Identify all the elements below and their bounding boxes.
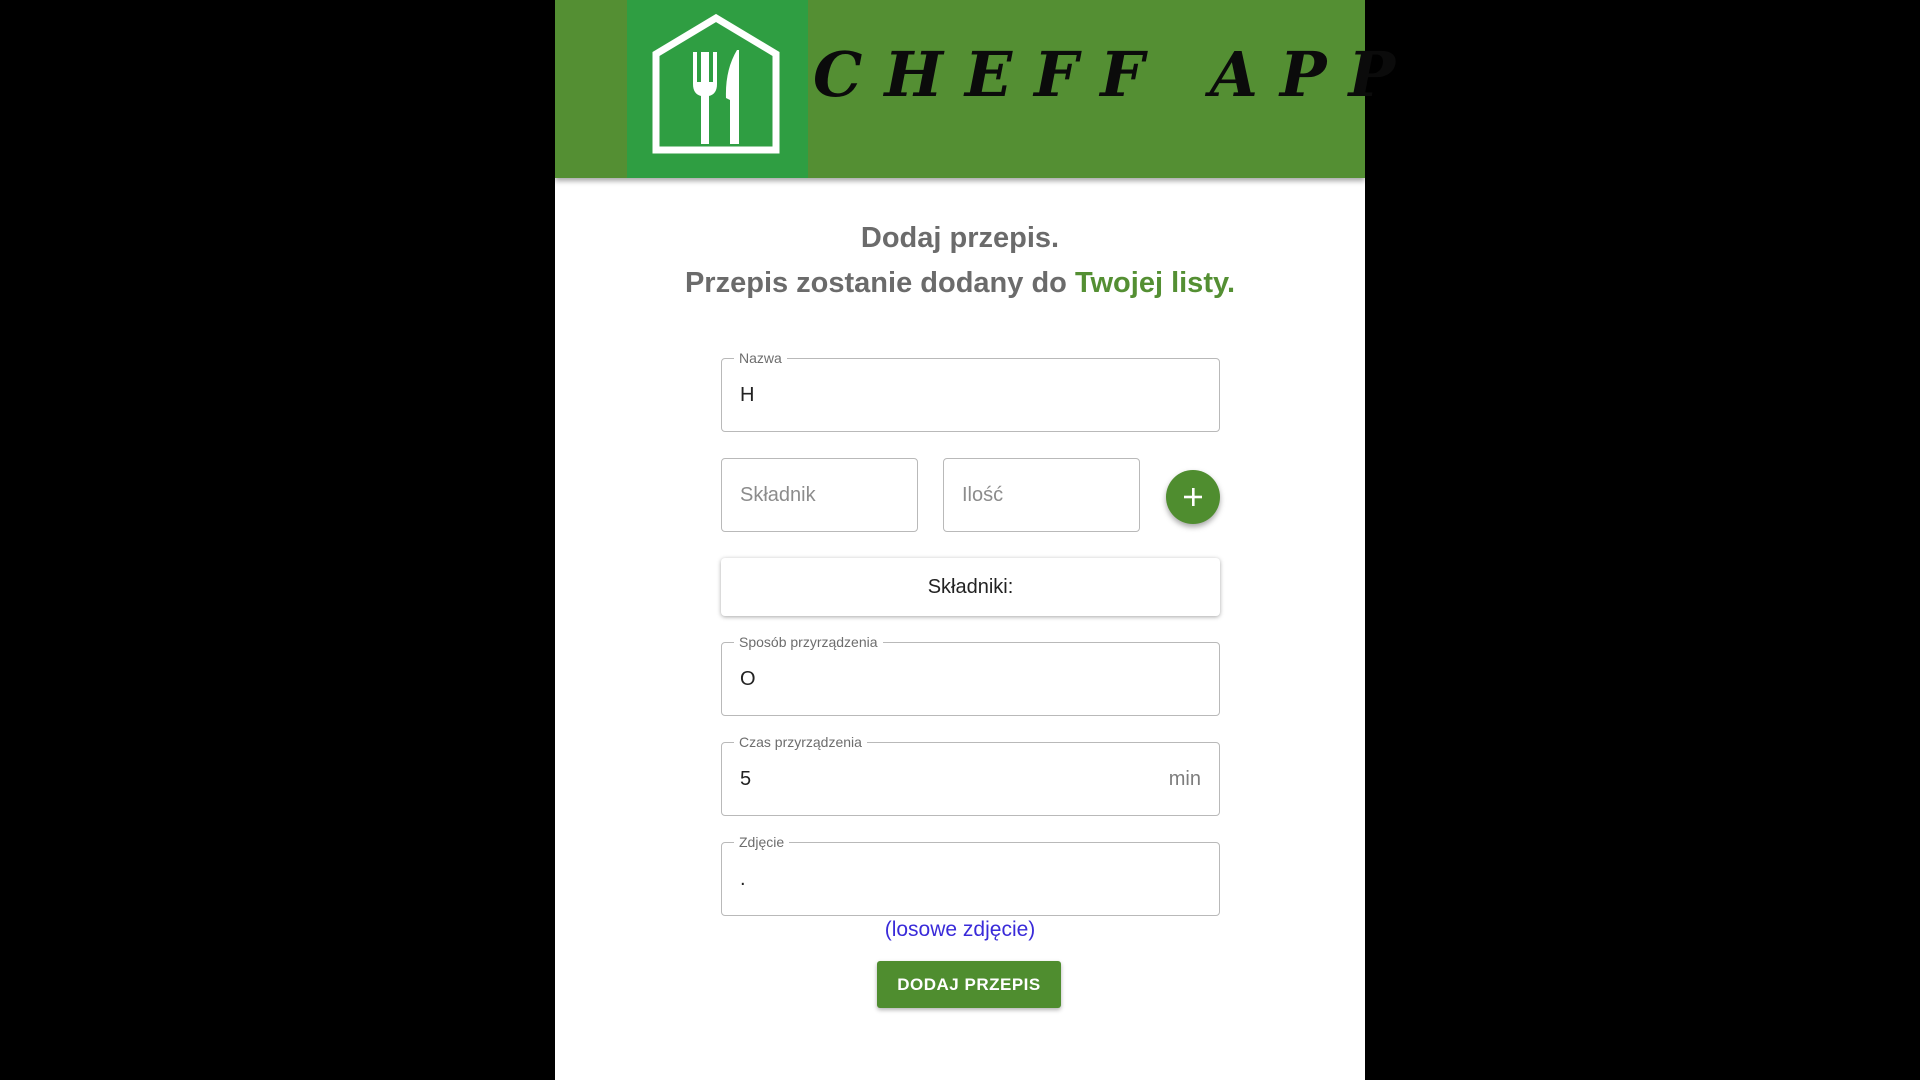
photo-field-value: . <box>740 867 746 890</box>
name-field-value: H <box>740 383 755 406</box>
ingredients-list-panel[interactable]: Składniki: <box>721 558 1220 616</box>
app-window: CHEFF APP Dodaj przepis. Przepis zostani… <box>555 0 1395 1080</box>
title-line-1: Dodaj przepis. <box>860 222 1060 254</box>
quantity-input-placeholder: Ilość <box>962 483 1004 506</box>
preparation-field[interactable]: Sposób przyrządzenia O <box>721 634 1220 716</box>
random-photo-link[interactable]: (losowe zdjęcie) <box>555 918 1365 942</box>
plus-icon <box>1184 488 1202 506</box>
time-unit-suffix: min <box>1168 767 1201 790</box>
ingredients-heading: Składniki: <box>927 575 1014 598</box>
time-field-label: Czas przyrządzenia <box>734 734 867 750</box>
add-ingredient-button[interactable] <box>1166 470 1220 524</box>
page-title: Dodaj przepis. Przepis zostanie dodany d… <box>555 216 1365 306</box>
add-recipe-button[interactable]: DODAJ PRZEPIS <box>877 961 1061 1008</box>
app-brand-title: CHEFF APP <box>813 38 1418 111</box>
title-line-2-prefix: Przepis zostanie dodany do <box>684 267 1075 299</box>
quantity-input[interactable]: Ilość <box>943 458 1140 532</box>
house-fork-knife-icon <box>652 14 780 154</box>
app-header: CHEFF APP <box>555 0 1395 178</box>
ingredient-input-placeholder: Składnik <box>740 483 816 506</box>
logo[interactable] <box>627 0 808 178</box>
time-field-value: 5 <box>740 767 752 790</box>
ingredient-input[interactable]: Składnik <box>721 458 918 532</box>
preparation-field-label: Sposób przyrządzenia <box>734 634 883 650</box>
title-line-2: Przepis zostanie dodany do Twojej listy. <box>555 261 1365 306</box>
time-field[interactable]: Czas przyrządzenia 5 min <box>721 734 1220 816</box>
title-line-2-accent: Twojej listy. <box>1074 267 1236 299</box>
name-field[interactable]: Nazwa H <box>721 350 1220 432</box>
photo-field[interactable]: Zdjęcie . <box>721 834 1220 916</box>
preparation-field-value: O <box>740 667 756 690</box>
